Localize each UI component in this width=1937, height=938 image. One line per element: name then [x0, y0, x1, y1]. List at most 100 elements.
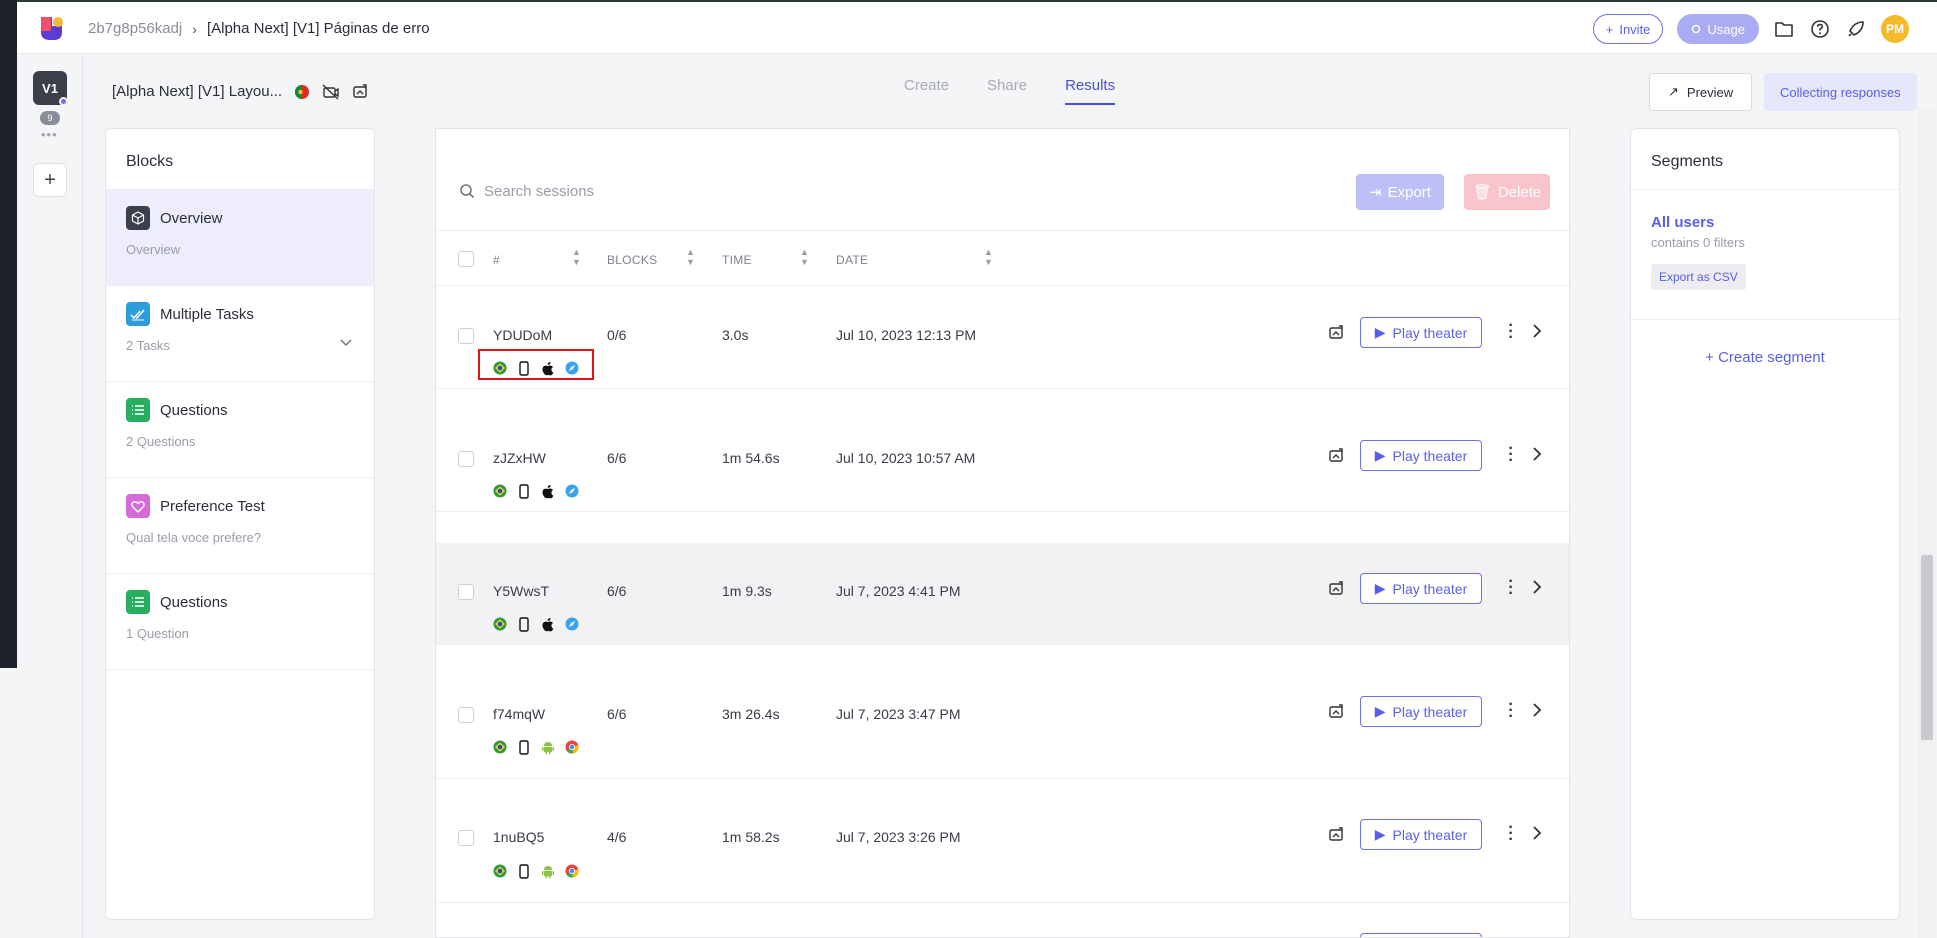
play-theater-button[interactable]: ▶ Play theater	[1360, 440, 1482, 471]
block-subtitle: 2 Tasks	[126, 338, 170, 353]
study-name[interactable]: [Alpha Next] [V1] Layou...	[112, 83, 282, 100]
row-checkbox[interactable]	[458, 830, 474, 846]
sort-icon[interactable]: ▲ ▼	[800, 247, 809, 267]
chevron-right-icon[interactable]	[1532, 324, 1542, 338]
chevron-right-icon[interactable]	[1532, 447, 1542, 461]
invite-button[interactable]: + Invite	[1592, 14, 1664, 44]
row-checkbox[interactable]	[458, 328, 474, 344]
circle-icon	[1692, 24, 1701, 34]
more-icon[interactable]: •••	[41, 127, 58, 142]
create-segment-button[interactable]: + Create segment	[1631, 349, 1899, 366]
study-tabs: Create Share Results	[904, 77, 1116, 105]
preview-button[interactable]: ↗ Preview	[1649, 73, 1753, 111]
device-icons	[492, 739, 580, 755]
trash-icon: 🗑	[1472, 184, 1492, 201]
row-checkbox[interactable]	[458, 451, 474, 467]
brazil-flag-icon	[492, 863, 508, 879]
play-theater-label: Play theater	[1392, 703, 1468, 720]
segment-name[interactable]: All users	[1651, 214, 1879, 231]
delete-button[interactable]: 🗑 Delete	[1464, 174, 1550, 210]
breadcrumb: 2b7g8p56kadj › [Alpha Next] [V1] Páginas…	[88, 20, 430, 37]
recording-icon[interactable]	[1328, 581, 1344, 597]
session-blocks: 6/6	[607, 706, 627, 722]
header-actions: + Invite Usage PM	[1592, 14, 1909, 44]
export-button[interactable]: ⇥ Export	[1356, 174, 1444, 210]
block-item-questions[interactable]: Questions 2 Questions	[106, 382, 374, 478]
kebab-menu-icon[interactable]: · · ·	[1506, 441, 1516, 469]
add-version-button[interactable]: +	[33, 163, 67, 197]
session-id: Y5WwsT	[493, 583, 549, 599]
table-row[interactable]: zJZxHW 6/6 1m 54.6s Jul 10, 2023 10:57 A…	[436, 410, 1569, 512]
session-time: 1m 9.3s	[722, 583, 772, 599]
tab-create[interactable]: Create	[904, 77, 949, 105]
rocket-icon[interactable]	[1845, 18, 1867, 40]
sort-icon[interactable]: ▲ ▼	[984, 247, 993, 267]
block-item-multiple-tasks[interactable]: Multiple Tasks 2 Tasks	[106, 286, 374, 382]
kebab-menu-icon[interactable]: · · ·	[1506, 574, 1516, 602]
folder-icon[interactable]	[1773, 18, 1795, 40]
export-label: Export	[1387, 183, 1431, 201]
avatar[interactable]: PM	[1881, 15, 1909, 43]
kebab-menu-icon[interactable]: · · ·	[1506, 820, 1516, 848]
collecting-responses-button[interactable]: Collecting responses	[1764, 73, 1917, 111]
android-icon	[540, 739, 556, 755]
app-logo[interactable]	[38, 14, 66, 42]
play-theater-button[interactable]	[1360, 933, 1482, 937]
device-icons-highlight	[478, 349, 594, 380]
session-id: zJZxHW	[493, 450, 546, 466]
table-row[interactable]: 1nuBQ5 4/6 1m 58.2s Jul 7, 2023 3:26 PM …	[436, 780, 1569, 903]
mobile-icon	[516, 483, 532, 499]
play-theater-label: Play theater	[1392, 324, 1468, 341]
portugal-flag-icon	[295, 84, 310, 99]
row-checkbox[interactable]	[458, 584, 474, 600]
chevron-down-icon[interactable]	[340, 336, 352, 350]
select-all-checkbox[interactable]	[458, 251, 474, 267]
heart-icon	[126, 494, 150, 518]
kebab-menu-icon[interactable]: · · ·	[1506, 318, 1516, 346]
play-theater-button[interactable]: ▶ Play theater	[1360, 819, 1482, 850]
sort-icon[interactable]: ▲ ▼	[686, 247, 695, 267]
double-check-icon	[126, 302, 150, 326]
scrollbar-thumb[interactable]	[1921, 555, 1933, 740]
block-title: Multiple Tasks	[160, 305, 254, 323]
chevron-right-icon[interactable]	[1532, 580, 1542, 594]
scrollbar-track[interactable]	[1918, 108, 1936, 938]
recording-icon[interactable]	[1328, 827, 1344, 843]
export-csv-button[interactable]: Export as CSV	[1651, 264, 1746, 290]
help-icon[interactable]	[1809, 18, 1831, 40]
block-item-questions-2[interactable]: Questions 1 Question	[106, 574, 374, 670]
session-date: Jul 10, 2023 10:57 AM	[836, 450, 976, 466]
tab-results[interactable]: Results	[1065, 77, 1116, 105]
play-theater-button[interactable]: ▶ Play theater	[1360, 573, 1482, 604]
sort-icon[interactable]: ▲ ▼	[572, 247, 581, 267]
version-rail: V1 9 ••• +	[17, 55, 83, 938]
invite-label: Invite	[1619, 21, 1651, 37]
recording-icon[interactable]	[1328, 704, 1344, 720]
session-id: f74mqW	[493, 706, 546, 722]
breadcrumb-project-id[interactable]: 2b7g8p56kadj	[88, 20, 182, 37]
delete-label: Delete	[1497, 183, 1542, 201]
chevron-right-icon[interactable]	[1532, 703, 1542, 717]
arrow-up-right-icon: ↗	[1668, 84, 1679, 99]
recording-icon[interactable]	[1328, 325, 1344, 341]
table-row[interactable]: YDUDoM 0/6 3.0s Jul 10, 2023 12:13 PM ▶ …	[436, 287, 1569, 389]
table-row[interactable]: f74mqW 6/6 3m 26.4s Jul 7, 2023 3:47 PM …	[436, 656, 1569, 779]
block-item-overview[interactable]: Overview Overview	[106, 190, 374, 286]
version-count-badge: 9	[40, 111, 60, 125]
row-checkbox[interactable]	[458, 707, 474, 723]
session-blocks: 6/6	[607, 583, 627, 599]
column-header-blocks: BLOCKS	[607, 253, 658, 267]
block-item-preference-test[interactable]: Preference Test Qual tela voce prefere?	[106, 478, 374, 574]
mobile-icon	[516, 863, 532, 879]
table-header: # ▲ ▼ BLOCKS ▲ ▼ TIME ▲ ▼ DATE ▲ ▼	[436, 232, 1569, 286]
search-input[interactable]	[484, 173, 1084, 209]
play-theater-button[interactable]: ▶ Play theater	[1360, 696, 1482, 727]
android-icon	[540, 863, 556, 879]
chevron-right-icon[interactable]	[1532, 826, 1542, 840]
recording-icon[interactable]	[1328, 448, 1344, 464]
tab-share[interactable]: Share	[987, 77, 1027, 105]
play-theater-button[interactable]: ▶ Play theater	[1360, 317, 1482, 348]
table-row[interactable]: Y5WwsT 6/6 1m 9.3s Jul 7, 2023 4:41 PM ▶…	[436, 543, 1569, 645]
usage-button[interactable]: Usage	[1677, 14, 1759, 44]
kebab-menu-icon[interactable]: · · ·	[1506, 697, 1516, 725]
